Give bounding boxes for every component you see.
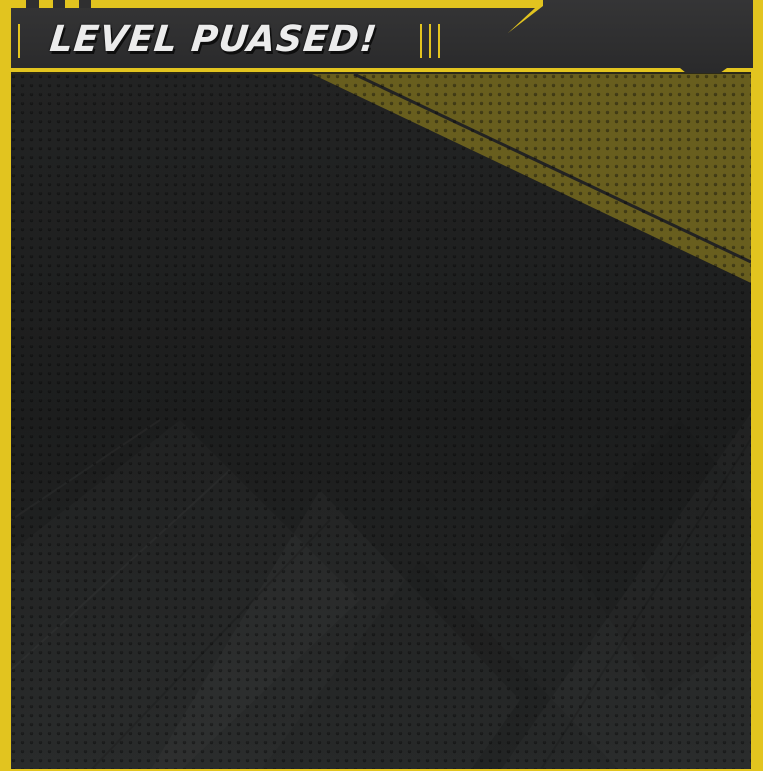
pause-dialog: LEVEL PUASED!	[0, 0, 763, 771]
header-tick-icon	[18, 24, 20, 58]
dialog-title: LEVEL PUASED!	[47, 19, 380, 60]
pause-panel-graphic	[0, 0, 763, 771]
stripes-decoration-icon	[26, 0, 91, 8]
